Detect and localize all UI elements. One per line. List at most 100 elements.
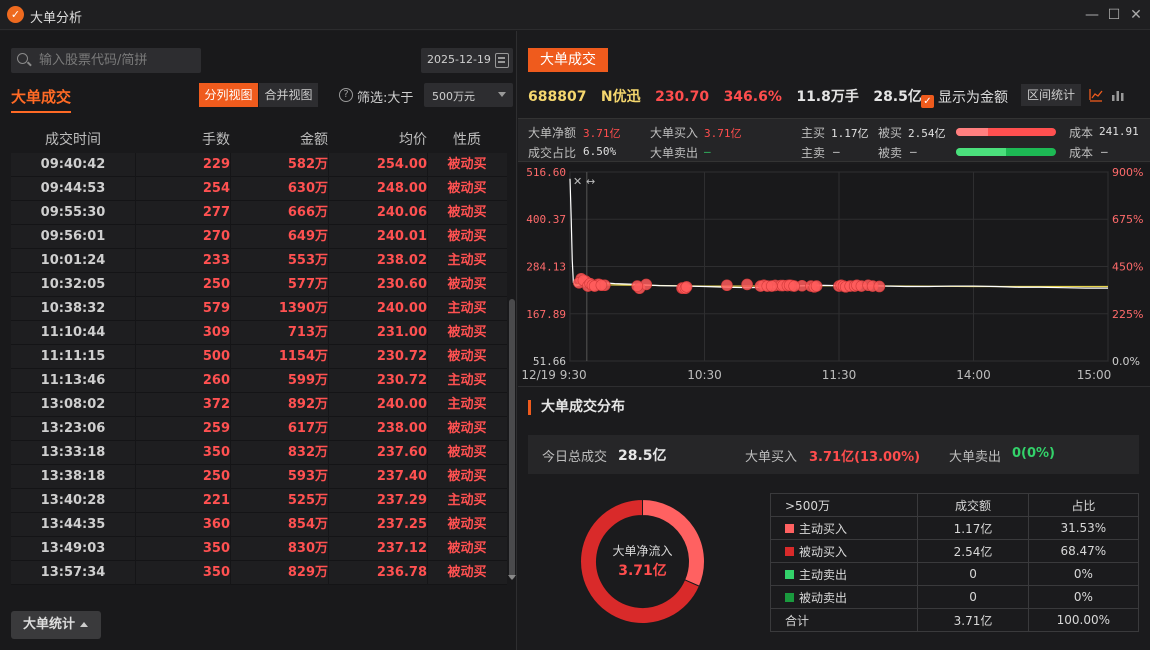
- cell-separator: [230, 201, 231, 225]
- table-row[interactable]: 13:40:28 221 525万 237.29 主动买: [11, 489, 507, 513]
- close-icon[interactable]: ✕: [1126, 5, 1146, 25]
- table-row[interactable]: 11:11:15 500 1154万 230.72 被动买: [11, 345, 507, 369]
- maximize-icon[interactable]: ☐: [1104, 5, 1124, 25]
- cell-separator: [427, 321, 428, 345]
- trade-time: 13:08:02: [40, 397, 106, 412]
- table-row[interactable]: 13:57:34 350 829万 236.78 被动买: [11, 561, 507, 585]
- y-right-tick-label: 225%: [1112, 308, 1143, 321]
- total-row-amount: 3.71亿: [917, 608, 1029, 632]
- dist-column-header: 占比: [1027, 493, 1140, 517]
- search-input[interactable]: [39, 51, 197, 70]
- net-inflow-donut: 大单净流入 3.71亿: [580, 498, 705, 624]
- column-header-time[interactable]: 成交时间: [11, 129, 135, 149]
- table-row[interactable]: 13:44:35 360 854万 237.25 被动买: [11, 513, 507, 537]
- stats-button[interactable]: 大单统计: [11, 611, 101, 639]
- merge-view-button[interactable]: 合并视图: [259, 83, 318, 107]
- trade-lots: 260: [202, 373, 230, 388]
- table-row[interactable]: 09:56:01 270 649万 240.01 被动买: [11, 225, 507, 249]
- cell-separator: [427, 489, 428, 513]
- cell-separator: [328, 513, 329, 537]
- intraday-chart[interactable]: 516.60 900% 400.37 675% 284.13 450% 167.89 225%…: [518, 164, 1150, 386]
- trade-amount: 617万: [287, 421, 328, 436]
- search-box[interactable]: [11, 48, 201, 73]
- line-chart-icon[interactable]: [1089, 88, 1103, 102]
- dist-row-amount: 1.17亿: [917, 516, 1029, 540]
- tab-big-trades[interactable]: 大单成交: [528, 48, 608, 72]
- cell-separator: [135, 225, 136, 249]
- trade-avg-price: 237.60: [376, 445, 427, 460]
- trade-amount: 630万: [287, 181, 328, 196]
- table-header-row: >500万 成交额 占比: [769, 493, 1140, 517]
- checkbox-checked-icon[interactable]: ✓: [921, 95, 934, 108]
- column-header-type[interactable]: 性质: [427, 129, 507, 149]
- table-row[interactable]: 13:38:18 250 593万 237.40 被动买: [11, 465, 507, 489]
- y-right-tick-label: 0.0%: [1112, 355, 1140, 368]
- trade-time: 10:01:24: [40, 253, 106, 268]
- table-row[interactable]: 09:44:53 254 630万 248.00 被动买: [11, 177, 507, 201]
- column-header-lots[interactable]: 手数: [135, 129, 230, 149]
- trade-type: 被动买: [447, 205, 487, 220]
- cell-separator: [230, 537, 231, 561]
- bar-chart-icon[interactable]: [1111, 88, 1125, 102]
- trade-avg-price: 248.00: [376, 181, 427, 196]
- table-row[interactable]: 09:40:42 229 582万 254.00 被动买: [11, 153, 507, 177]
- y-tick-label: 167.89: [526, 308, 566, 321]
- app-logo-icon: ✓: [7, 6, 24, 23]
- big-order-point: [873, 280, 886, 293]
- table-row[interactable]: 13:33:18 350 832万 237.60 被动买: [11, 441, 507, 465]
- table-row[interactable]: 09:55:30 277 666万 240.06 被动买: [11, 201, 507, 225]
- table-row[interactable]: 11:13:46 260 599万 230.72 主动买: [11, 369, 507, 393]
- y-right-tick-label: 900%: [1112, 166, 1143, 179]
- big-order-point: [631, 280, 644, 292]
- calendar-icon[interactable]: [495, 53, 509, 68]
- minimize-icon[interactable]: —: [1082, 5, 1102, 25]
- split-view-button[interactable]: 分列视图: [199, 83, 258, 107]
- table-row[interactable]: 10:01:24 233 553万 238.02 主动买: [11, 249, 507, 273]
- stock-name: N优迅: [600, 89, 641, 105]
- column-header-amount[interactable]: 金额: [230, 129, 328, 149]
- table-row[interactable]: 13:08:02 372 892万 240.00 主动买: [11, 393, 507, 417]
- window-title: 大单分析: [30, 11, 83, 26]
- filter-value: 500万元: [432, 90, 475, 103]
- x-tick-label: 11:30: [822, 368, 857, 382]
- cell-separator: [328, 369, 329, 393]
- trade-type: 主动买: [447, 493, 487, 508]
- trade-time: 09:56:01: [40, 229, 106, 244]
- trade-type: 被动买: [447, 469, 487, 484]
- column-header-avg-price[interactable]: 均价: [328, 129, 427, 149]
- stock-volume: 11.8万手: [796, 89, 859, 105]
- cell-separator: [328, 177, 329, 201]
- buy-label: 大单买入: [650, 126, 699, 140]
- filter-select[interactable]: 500万元: [424, 83, 513, 107]
- stock-amount: 28.5亿: [873, 89, 922, 105]
- total-row: 合计 3.71亿 100.00%: [769, 608, 1140, 632]
- big-order-point: [741, 278, 753, 291]
- show-money-checkbox[interactable]: ✓ 显示为金额: [921, 87, 1008, 108]
- trade-avg-price: 230.72: [376, 349, 427, 364]
- title-bar: ✓ 大单分析 — ☐ ✕: [0, 0, 1150, 30]
- table-row[interactable]: 10:32:05 250 577万 230.60 被动买: [11, 273, 507, 297]
- cell-separator: [328, 345, 329, 369]
- date-picker[interactable]: 2025-12-19: [421, 48, 513, 73]
- scrollbar[interactable]: [509, 299, 515, 579]
- range-stats-button[interactable]: 区间统计: [1021, 84, 1081, 106]
- table-row[interactable]: 11:10:44 309 713万 231.00 被动买: [11, 321, 507, 345]
- trade-amount: 832万: [287, 445, 328, 460]
- trade-time: 13:49:03: [40, 541, 106, 556]
- table-row[interactable]: 13:49:03 350 830万 237.12 被动买: [11, 537, 507, 561]
- passive-buy-label: 被买: [878, 126, 903, 140]
- total-row-label: 合计: [769, 608, 919, 632]
- cell-separator: [328, 393, 329, 417]
- trade-type: 被动买: [447, 517, 487, 532]
- buy-value: 3.71亿: [704, 127, 742, 140]
- trade-lots: 229: [202, 157, 230, 172]
- divider: [518, 386, 1150, 387]
- table-row[interactable]: 10:38:32 579 1390万 240.00 主动买: [11, 297, 507, 321]
- dist-row-label: 主动买入: [769, 516, 919, 540]
- net-label: 大单净额: [528, 126, 577, 140]
- trade-avg-price: 231.00: [376, 325, 427, 340]
- table-row[interactable]: 13:23:06 259 617万 238.00 被动买: [11, 417, 507, 441]
- scroll-down-icon[interactable]: [508, 575, 516, 580]
- help-icon[interactable]: ?: [339, 88, 353, 102]
- passive-sell-label: 被卖: [878, 146, 903, 160]
